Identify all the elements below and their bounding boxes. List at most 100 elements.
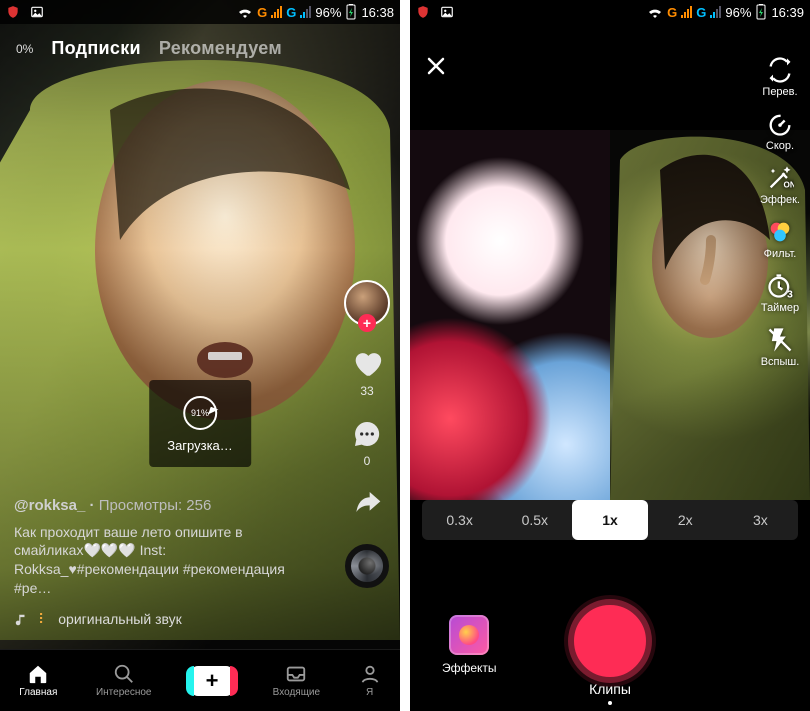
close-button[interactable]	[424, 54, 448, 83]
person-icon	[359, 663, 381, 685]
speed-icon	[766, 110, 794, 138]
network-1-label: G	[667, 5, 677, 20]
signal-2-icon	[300, 6, 311, 18]
inbox-icon	[285, 663, 307, 685]
loading-ring-icon: 91%	[183, 396, 217, 430]
loading-pct: 91%	[191, 408, 209, 418]
tool-filters-label: Фильт.	[764, 248, 797, 260]
search-icon	[113, 663, 135, 685]
tool-flip[interactable]: Перев.	[756, 56, 804, 98]
tool-flash-label: Вспыш.	[761, 356, 800, 368]
comment-icon	[351, 418, 383, 450]
speed-0.5x[interactable]: 0.5x	[497, 500, 572, 540]
plus-icon: +	[206, 668, 219, 694]
status-bar: G G 96% 16:38	[0, 0, 400, 24]
sound-row[interactable]: ⠇ оригинальный звук	[14, 610, 310, 629]
camera-screen: G G 96% 16:39 Перев. Скор.	[410, 0, 810, 711]
tool-speed[interactable]: Скор.	[756, 110, 804, 152]
bottom-controls	[410, 599, 810, 683]
loading-label: Загрузка…	[167, 438, 233, 453]
tab-inbox-label: Входящие	[273, 687, 320, 698]
network-2-label: G	[286, 5, 296, 20]
tab-discover[interactable]: Интересное	[96, 663, 152, 698]
mode-indicator-dot	[608, 701, 612, 705]
tool-flip-label: Перев.	[762, 86, 797, 98]
tab-for-you[interactable]: Рекомендуем	[159, 38, 282, 59]
battery-pct: 96%	[725, 5, 751, 20]
tool-timer[interactable]: 3 Таймер	[756, 272, 804, 314]
tab-following[interactable]: Подписки	[51, 38, 141, 59]
tab-home-label: Главная	[19, 687, 57, 698]
wifi-icon	[647, 6, 663, 18]
close-icon	[424, 54, 448, 78]
signal-1-icon	[271, 6, 282, 18]
signal-2-icon	[710, 6, 721, 18]
clock: 16:39	[771, 5, 804, 20]
speed-0.3x[interactable]: 0.3x	[422, 500, 497, 540]
live-percentage[interactable]: 0%	[16, 42, 33, 56]
bottom-tabbar: Главная Интересное + Входящие Я	[0, 649, 400, 711]
flip-camera-icon	[766, 56, 794, 84]
picture-icon	[30, 5, 44, 19]
feed-screen: G G 96% 16:38 0% Подписки Рекомендуем 91…	[0, 0, 400, 711]
like-button[interactable]: 33	[350, 346, 384, 398]
create-button[interactable]: +	[190, 666, 234, 696]
timer-icon: 3	[766, 272, 794, 300]
speed-2x[interactable]: 2x	[648, 500, 723, 540]
speed-1x[interactable]: 1x	[572, 500, 647, 540]
tool-timer-label: Таймер	[761, 302, 799, 314]
home-icon	[27, 663, 49, 685]
record-button[interactable]	[568, 599, 652, 683]
share-button[interactable]	[351, 488, 383, 524]
duet-preview	[410, 130, 810, 500]
tool-speed-label: Скор.	[766, 140, 794, 152]
action-rail: 33 0	[344, 280, 390, 588]
battery-icon	[755, 4, 767, 20]
video-meta: @rokksa_ · Просмотры: 256 Как проходит в…	[14, 496, 310, 629]
tool-beauty-label: Эффек.	[760, 194, 800, 206]
picture-icon	[440, 5, 454, 19]
sound-title: оригинальный звук	[58, 610, 181, 629]
tab-discover-label: Интересное	[96, 687, 152, 698]
author-username[interactable]: @rokksa_	[14, 497, 85, 514]
record-mode-label: Клипы	[589, 681, 631, 697]
flash-off-icon	[766, 326, 794, 354]
tool-beauty[interactable]: ON Эффек.	[756, 164, 804, 206]
like-count: 33	[360, 384, 373, 398]
svg-text:3: 3	[787, 289, 793, 300]
speed-selector: 0.3x 0.5x 1x 2x 3x	[422, 500, 798, 540]
duet-pane-left[interactable]	[410, 130, 610, 500]
equalizer-icon: ⠇	[38, 610, 48, 629]
battery-pct: 96%	[315, 5, 341, 20]
feed-top-tabs: 0% Подписки Рекомендуем	[0, 24, 400, 59]
network-2-label: G	[696, 5, 706, 20]
clock: 16:38	[361, 5, 394, 20]
filters-icon	[766, 218, 794, 246]
network-1-label: G	[257, 5, 267, 20]
author-avatar[interactable]	[344, 280, 390, 326]
shield-icon	[416, 5, 430, 19]
camera-tool-rail: Перев. Скор. ON Эффек. Фильт. 3 Таймер В…	[756, 56, 804, 368]
comment-count: 0	[364, 454, 371, 468]
wifi-icon	[237, 6, 253, 18]
tab-home[interactable]: Главная	[19, 663, 57, 698]
tab-inbox[interactable]: Входящие	[273, 663, 320, 698]
views-label: Просмотры: 256	[99, 497, 212, 514]
tool-flash[interactable]: Вспыш.	[756, 326, 804, 368]
speed-3x[interactable]: 3x	[723, 500, 798, 540]
battery-icon	[345, 4, 357, 20]
sound-disc[interactable]	[345, 544, 389, 588]
svg-text:ON: ON	[784, 180, 795, 189]
caption[interactable]: Как проходит ваше лето опишите в смайлик…	[14, 523, 310, 599]
tool-filters[interactable]: Фильт.	[756, 218, 804, 260]
signal-1-icon	[681, 6, 692, 18]
magic-wand-icon: ON	[766, 164, 794, 192]
tab-me[interactable]: Я	[359, 663, 381, 698]
comment-button[interactable]: 0	[351, 418, 383, 468]
loading-overlay: 91% Загрузка…	[149, 380, 251, 467]
share-icon	[351, 488, 383, 520]
status-bar: G G 96% 16:39	[410, 0, 810, 24]
tab-me-label: Я	[366, 687, 373, 698]
record-mode[interactable]: Клипы	[410, 681, 810, 705]
heart-icon	[350, 346, 384, 380]
